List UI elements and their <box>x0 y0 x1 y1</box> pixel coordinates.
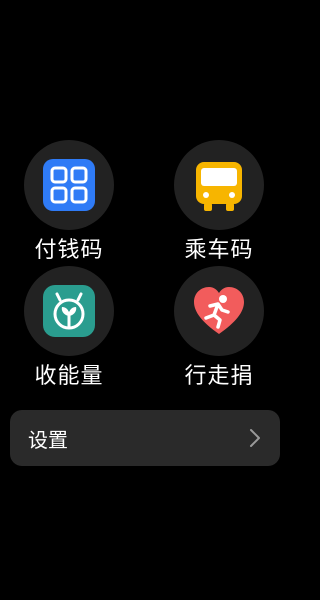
heart-runner-icon <box>194 287 244 334</box>
sprout-icon <box>43 285 95 337</box>
bus-icon <box>196 162 242 211</box>
bus-code-icon-circle <box>174 140 264 230</box>
settings-label: 设置 <box>28 427 68 452</box>
pay-code-label: 付钱码 <box>34 238 104 263</box>
walk-donate-icon-circle <box>174 266 264 356</box>
chevron-right-icon <box>244 427 266 449</box>
bus-code-button[interactable]: 乘车码 <box>154 140 284 266</box>
bus-code-label: 乘车码 <box>184 238 254 263</box>
pay-code-icon-circle <box>24 140 114 230</box>
collect-energy-label: 收能量 <box>34 364 104 389</box>
pay-code-button[interactable]: 付钱码 <box>4 140 134 266</box>
walk-donate-label: 行走捐 <box>184 364 254 389</box>
settings-row[interactable]: 设置 <box>10 410 280 466</box>
qr-code-icon <box>43 159 95 211</box>
collect-energy-button[interactable]: 收能量 <box>4 266 134 392</box>
walk-donate-button[interactable]: 行走捐 <box>154 266 284 392</box>
collect-energy-icon-circle <box>24 266 114 356</box>
